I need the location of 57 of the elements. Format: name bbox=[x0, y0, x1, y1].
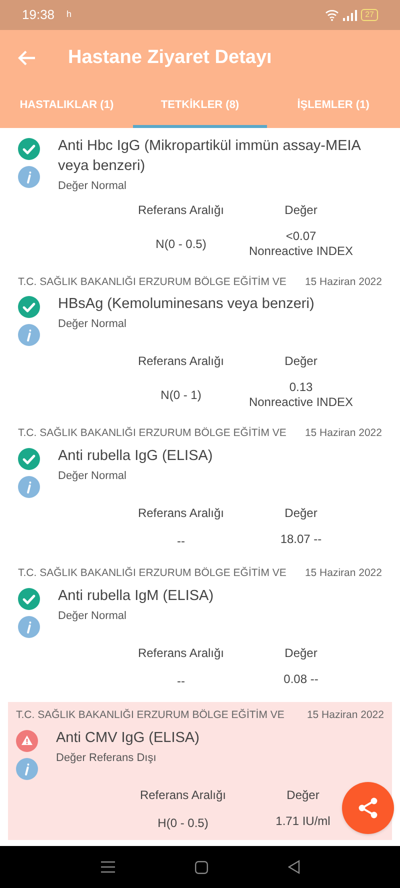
test-name: Anti Hbc IgG (Mikropartikül immün assay-MEIA veya benzeri) bbox=[58, 137, 362, 176]
reference-range: -- bbox=[176, 533, 186, 550]
signal-icon bbox=[343, 10, 358, 20]
column-header: Değer bbox=[284, 505, 318, 522]
info-icon[interactable] bbox=[18, 166, 40, 188]
column-header: Referans Aralığı bbox=[136, 202, 226, 218]
column-header: Referans Aralığı bbox=[136, 353, 226, 370]
test-name: Anti rubella IgM (ELISA) bbox=[58, 586, 214, 606]
result-date: 15 Haziran 2022 bbox=[304, 426, 382, 442]
test-name: Anti rubella IgG (ELISA) bbox=[58, 447, 213, 466]
tab[interactable]: HASTALIKLAR (1) bbox=[0, 86, 134, 128]
result-date: 15 Haziran 2022 bbox=[306, 708, 384, 723]
result-value: 1.71 IU/ml bbox=[274, 814, 332, 830]
notification-text: h bbox=[66, 8, 72, 22]
column-header: Referans Aralığı bbox=[136, 644, 226, 662]
page-title: Hastane Ziyaret Detayı bbox=[68, 46, 272, 70]
result-date: 15 Haziran 2022 bbox=[304, 274, 382, 290]
back-icon[interactable] bbox=[288, 860, 300, 874]
info-icon[interactable] bbox=[16, 758, 38, 780]
hospital-name: T.C. SAĞLIK BAKANLIĞI ERZURUM BÖLGE EĞİTİM VE bbox=[18, 426, 286, 442]
column-header: Değer bbox=[284, 644, 318, 662]
info-icon[interactable] bbox=[18, 616, 40, 638]
column-header: Referans Aralığı bbox=[136, 505, 226, 522]
wifi-icon bbox=[325, 9, 340, 21]
result-value: <0.07 Nonreactive INDEX bbox=[248, 228, 354, 258]
hospital-name: T.C. SAĞLIK BAKANLIĞI ERZURUM BÖLGE EĞİTİM VE bbox=[18, 566, 286, 581]
reference-range: N(0 - 0.5) bbox=[154, 236, 208, 252]
column-header: Değer bbox=[284, 353, 318, 370]
status-text: Değer Normal bbox=[58, 608, 126, 624]
status-text: Değer Referans Dışı bbox=[56, 750, 156, 766]
result-value: 0.13 Nonreactive INDEX bbox=[248, 380, 354, 410]
status-text: Değer Normal bbox=[58, 469, 126, 484]
tab[interactable]: İŞLEMLER (1) bbox=[266, 86, 400, 128]
menu-icon[interactable] bbox=[100, 861, 114, 873]
hospital-name: T.C. SAĞLIK BAKANLIĞI ERZURUM BÖLGE EĞİTİM VE bbox=[18, 274, 286, 290]
reference-range: H(0 - 0.5) bbox=[156, 814, 210, 832]
column-header: Değer bbox=[286, 786, 320, 804]
home-icon[interactable] bbox=[194, 860, 208, 874]
tab[interactable]: TETKİKLER (8) bbox=[133, 86, 267, 128]
status-text: Değer Normal bbox=[58, 179, 126, 194]
status-text: Değer Normal bbox=[58, 317, 126, 332]
clock: 19:38 bbox=[22, 6, 55, 24]
reference-range: -- bbox=[176, 672, 186, 690]
column-header: Referans Aralığı bbox=[138, 786, 228, 804]
share-icon bbox=[356, 796, 380, 820]
result-date: 15 Haziran 2022 bbox=[304, 566, 382, 581]
column-header: Değer bbox=[284, 202, 318, 218]
test-name: HBsAg (Kemoluminesans veya benzeri) bbox=[58, 295, 314, 314]
result-value: 18.07 -- bbox=[279, 532, 323, 548]
info-icon[interactable] bbox=[18, 324, 40, 346]
info-icon[interactable] bbox=[18, 476, 40, 498]
test-name: Anti CMV IgG (ELISA) bbox=[56, 728, 200, 748]
hospital-name: T.C. SAĞLIK BAKANLIĞI ERZURUM BÖLGE EĞİTİM VE bbox=[16, 708, 284, 723]
battery-indicator: 27 bbox=[361, 9, 378, 21]
result-value: 0.08 -- bbox=[282, 672, 320, 688]
back-arrow-icon[interactable] bbox=[18, 50, 36, 66]
reference-range: N(0 - 1) bbox=[160, 387, 202, 404]
